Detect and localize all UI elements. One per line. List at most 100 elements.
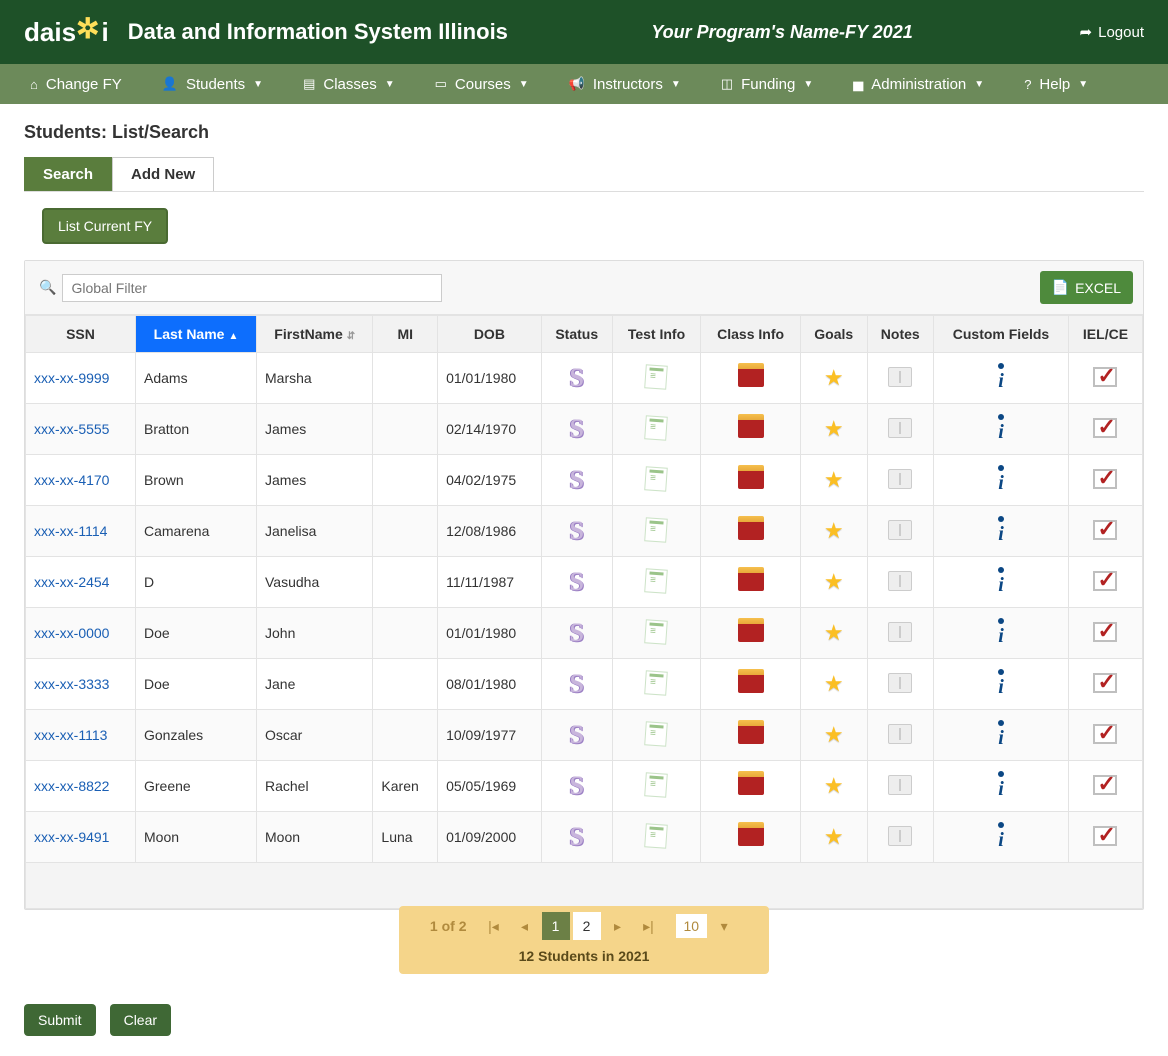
status-icon[interactable]: S bbox=[570, 363, 584, 392]
ssn-link[interactable]: xxx-xx-2454 bbox=[34, 574, 109, 590]
ielce-check-icon[interactable] bbox=[1093, 418, 1117, 438]
goals-star-icon[interactable]: ★ bbox=[824, 824, 844, 849]
nav-item-change-fy[interactable]: ⌂Change FY bbox=[10, 68, 142, 101]
ielce-check-icon[interactable] bbox=[1093, 520, 1117, 540]
goals-star-icon[interactable]: ★ bbox=[824, 671, 844, 696]
notes-icon[interactable] bbox=[888, 571, 912, 591]
ssn-link[interactable]: xxx-xx-1113 bbox=[34, 727, 107, 743]
ssn-link[interactable]: xxx-xx-3333 bbox=[34, 676, 109, 692]
goals-star-icon[interactable]: ★ bbox=[824, 620, 844, 645]
ielce-check-icon[interactable] bbox=[1093, 622, 1117, 642]
col-header-notes[interactable]: Notes bbox=[867, 316, 934, 353]
goals-star-icon[interactable]: ★ bbox=[824, 365, 844, 390]
info-icon[interactable]: i bbox=[942, 414, 1060, 441]
notes-icon[interactable] bbox=[888, 775, 912, 795]
col-header-classinfo[interactable]: Class Info bbox=[701, 316, 801, 353]
class-info-icon[interactable] bbox=[738, 520, 764, 540]
class-info-icon[interactable] bbox=[738, 418, 764, 438]
pager-first-button[interactable]: |◂ bbox=[480, 912, 508, 940]
class-info-icon[interactable] bbox=[738, 571, 764, 591]
info-icon[interactable]: i bbox=[942, 618, 1060, 645]
notes-icon[interactable] bbox=[888, 418, 912, 438]
pager-prev-button[interactable]: ◂ bbox=[511, 912, 539, 940]
info-icon[interactable]: i bbox=[942, 567, 1060, 594]
notes-icon[interactable] bbox=[888, 520, 912, 540]
tab-add-new[interactable]: Add New bbox=[112, 157, 214, 191]
excel-export-button[interactable]: 📄 EXCEL bbox=[1040, 271, 1133, 304]
ssn-link[interactable]: xxx-xx-5555 bbox=[34, 421, 109, 437]
class-info-icon[interactable] bbox=[738, 724, 764, 744]
col-header-mi[interactable]: MI bbox=[373, 316, 438, 353]
info-icon[interactable]: i bbox=[942, 771, 1060, 798]
nav-item-courses[interactable]: ▭Courses▼ bbox=[415, 68, 549, 101]
info-icon[interactable]: i bbox=[942, 465, 1060, 492]
nav-item-students[interactable]: 👤Students▼ bbox=[142, 68, 283, 101]
ielce-check-icon[interactable] bbox=[1093, 367, 1117, 387]
class-info-icon[interactable] bbox=[738, 469, 764, 489]
info-icon[interactable]: i bbox=[942, 720, 1060, 747]
test-info-icon[interactable] bbox=[645, 670, 669, 695]
clear-button[interactable]: Clear bbox=[110, 1004, 171, 1036]
status-icon[interactable]: S bbox=[570, 669, 584, 698]
nav-item-funding[interactable]: ◫Funding▼ bbox=[701, 68, 833, 101]
ielce-check-icon[interactable] bbox=[1093, 571, 1117, 591]
goals-star-icon[interactable]: ★ bbox=[824, 722, 844, 747]
pager-page-1[interactable]: 1 bbox=[542, 912, 570, 940]
info-icon[interactable]: i bbox=[942, 822, 1060, 849]
goals-star-icon[interactable]: ★ bbox=[824, 416, 844, 441]
ielce-check-icon[interactable] bbox=[1093, 775, 1117, 795]
col-header-status[interactable]: Status bbox=[541, 316, 612, 353]
goals-star-icon[interactable]: ★ bbox=[824, 518, 844, 543]
status-icon[interactable]: S bbox=[570, 618, 584, 647]
col-header-last[interactable]: Last Name▲ bbox=[136, 316, 257, 353]
pager-page-size[interactable]: 10 bbox=[676, 914, 708, 938]
notes-icon[interactable] bbox=[888, 622, 912, 642]
status-icon[interactable]: S bbox=[570, 720, 584, 749]
test-info-icon[interactable] bbox=[645, 721, 669, 746]
ssn-link[interactable]: xxx-xx-9491 bbox=[34, 829, 109, 845]
pager-size-dropdown[interactable]: ▾ bbox=[710, 912, 738, 940]
class-info-icon[interactable] bbox=[738, 775, 764, 795]
class-info-icon[interactable] bbox=[738, 622, 764, 642]
info-icon[interactable]: i bbox=[942, 363, 1060, 390]
col-header-ielce[interactable]: IEL/CE bbox=[1068, 316, 1142, 353]
test-info-icon[interactable] bbox=[645, 568, 669, 593]
nav-item-administration[interactable]: ▅Administration▼ bbox=[833, 68, 1004, 101]
class-info-icon[interactable] bbox=[738, 367, 764, 387]
pager-next-button[interactable]: ▸ bbox=[604, 912, 632, 940]
status-icon[interactable]: S bbox=[570, 567, 584, 596]
test-info-icon[interactable] bbox=[645, 517, 669, 542]
notes-icon[interactable] bbox=[888, 826, 912, 846]
class-info-icon[interactable] bbox=[738, 673, 764, 693]
nav-item-classes[interactable]: ▤Classes▼ bbox=[283, 68, 415, 101]
notes-icon[interactable] bbox=[888, 673, 912, 693]
pager-page-2[interactable]: 2 bbox=[573, 912, 601, 940]
ssn-link[interactable]: xxx-xx-4170 bbox=[34, 472, 109, 488]
goals-star-icon[interactable]: ★ bbox=[824, 467, 844, 492]
submit-button[interactable]: Submit bbox=[24, 1004, 96, 1036]
col-header-ssn[interactable]: SSN bbox=[26, 316, 136, 353]
logout-link[interactable]: ➦ Logout bbox=[1080, 23, 1144, 41]
global-filter-input[interactable] bbox=[62, 274, 442, 302]
col-header-dob[interactable]: DOB bbox=[438, 316, 542, 353]
tab-search[interactable]: Search bbox=[24, 157, 112, 191]
status-icon[interactable]: S bbox=[570, 822, 584, 851]
test-info-icon[interactable] bbox=[645, 466, 669, 491]
test-info-icon[interactable] bbox=[645, 364, 669, 389]
status-icon[interactable]: S bbox=[570, 465, 584, 494]
ssn-link[interactable]: xxx-xx-1114 bbox=[34, 523, 107, 539]
status-icon[interactable]: S bbox=[570, 414, 584, 443]
status-icon[interactable]: S bbox=[570, 771, 584, 800]
info-icon[interactable]: i bbox=[942, 669, 1060, 696]
list-current-fy-button[interactable]: List Current FY bbox=[42, 208, 168, 244]
nav-item-help[interactable]: ?Help▼ bbox=[1004, 68, 1108, 101]
status-icon[interactable]: S bbox=[570, 516, 584, 545]
col-header-testinfo[interactable]: Test Info bbox=[612, 316, 700, 353]
ssn-link[interactable]: xxx-xx-9999 bbox=[34, 370, 109, 386]
nav-item-instructors[interactable]: 📢Instructors▼ bbox=[549, 68, 701, 101]
test-info-icon[interactable] bbox=[645, 415, 669, 440]
notes-icon[interactable] bbox=[888, 367, 912, 387]
test-info-icon[interactable] bbox=[645, 772, 669, 797]
class-info-icon[interactable] bbox=[738, 826, 764, 846]
goals-star-icon[interactable]: ★ bbox=[824, 773, 844, 798]
